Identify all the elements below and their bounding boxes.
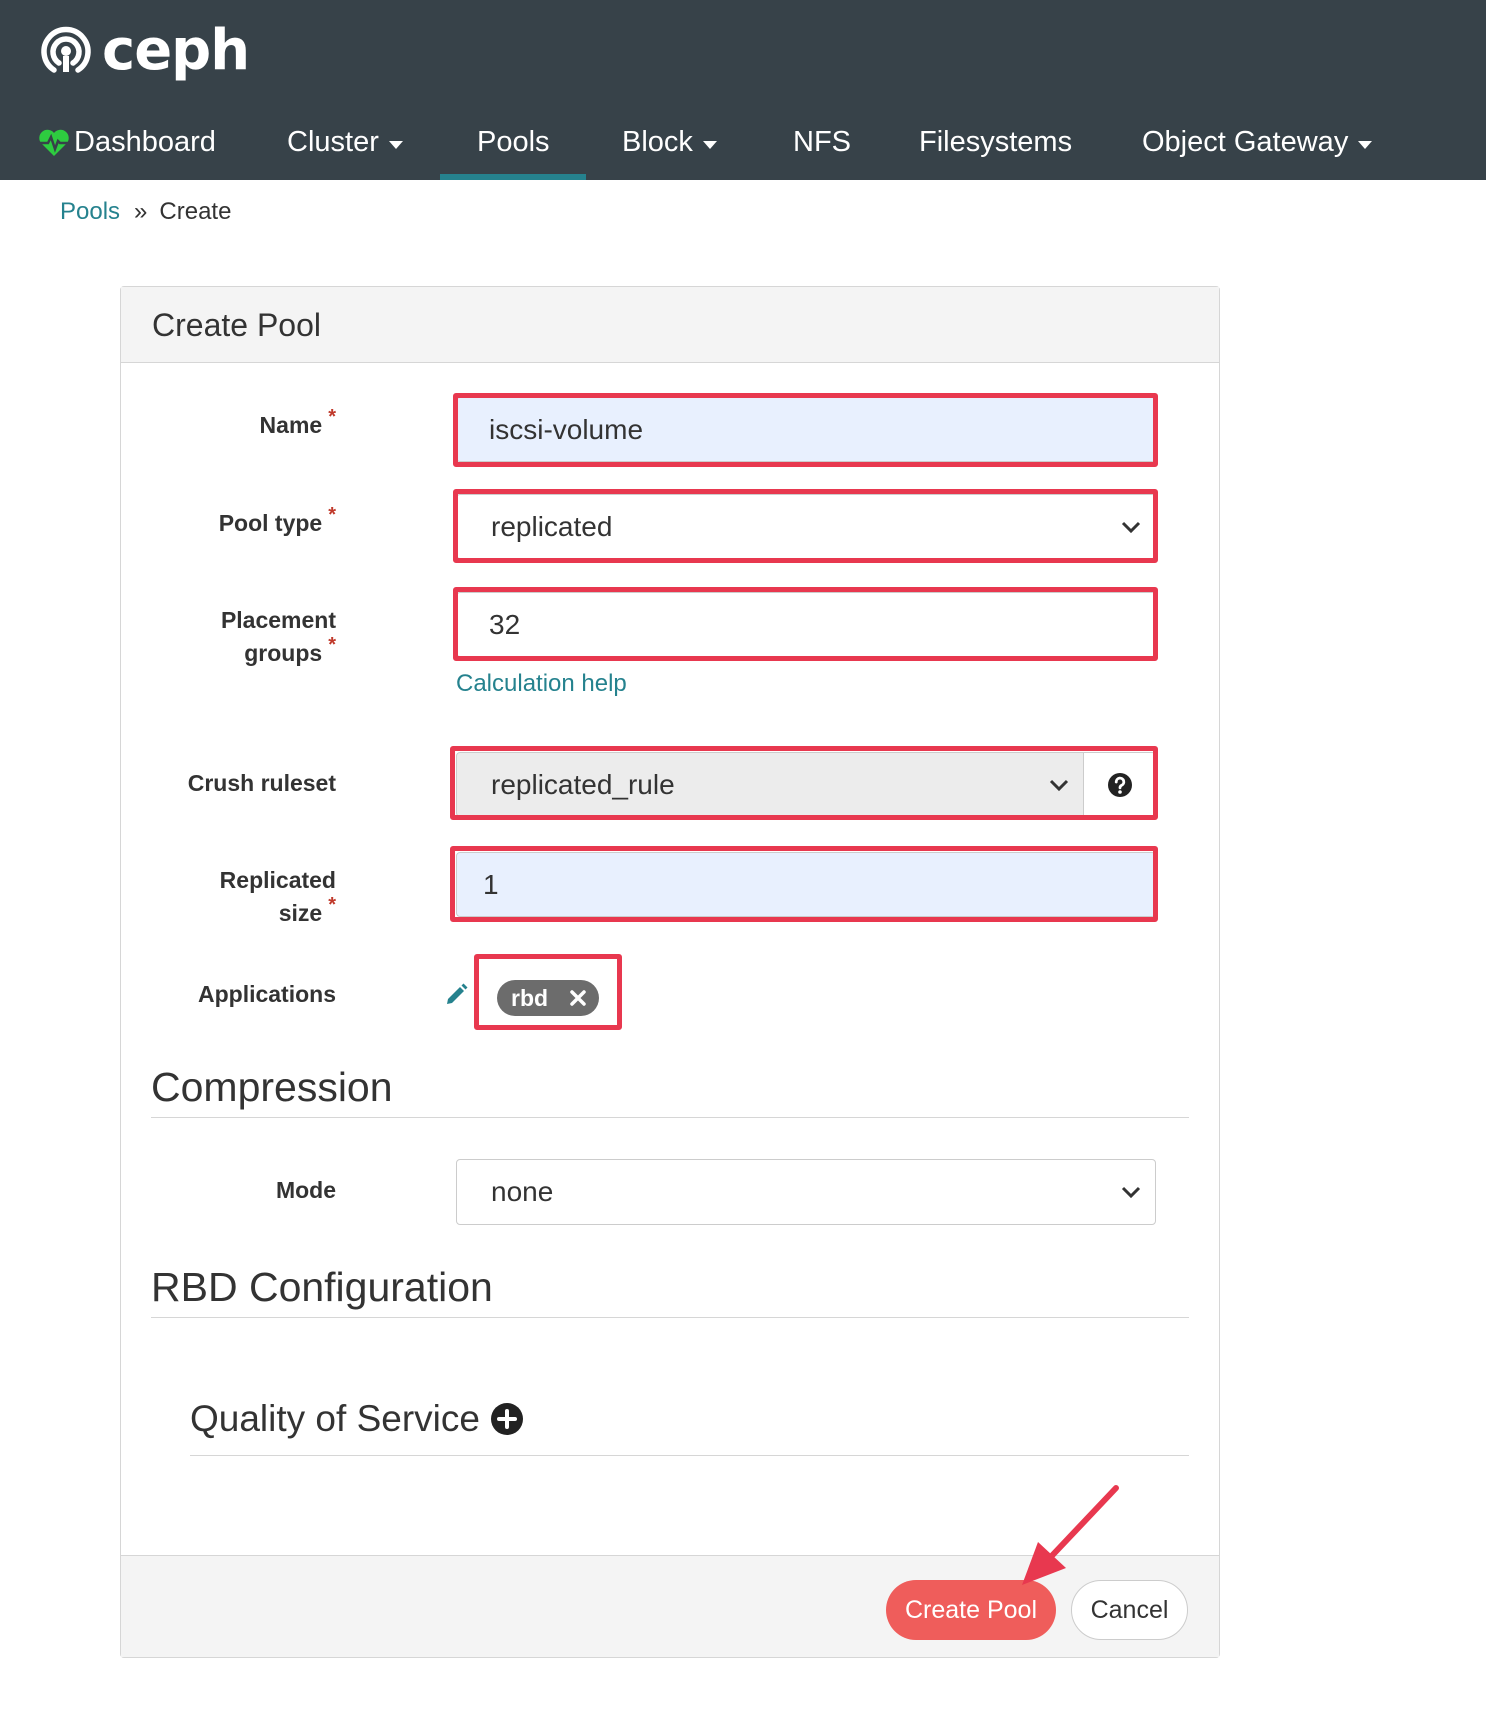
- breadcrumb-separator: »: [134, 198, 148, 225]
- pool-type-label: Pool type *: [116, 504, 336, 542]
- mode-label-text: Mode: [275, 1177, 336, 1203]
- breadcrumb: Pools » Create: [60, 198, 231, 226]
- nav-dashboard-label: Dashboard: [74, 126, 216, 158]
- nav-dashboard[interactable]: Dashboard: [38, 105, 216, 180]
- nav-nfs-label: NFS: [793, 126, 851, 158]
- card-title: Create Pool: [152, 307, 321, 343]
- nav-nfs[interactable]: NFS: [793, 105, 851, 180]
- chevron-down-icon: [1121, 1186, 1141, 1199]
- replicated-size-label: Replicated size *: [116, 864, 336, 932]
- nav-pools[interactable]: Pools: [440, 105, 585, 180]
- qos-divider: [190, 1455, 1189, 1456]
- applications-highlight: [474, 954, 622, 1030]
- pool-type-label-text: Pool type: [218, 510, 323, 536]
- nav-object-gateway[interactable]: Object Gateway: [1142, 105, 1373, 180]
- caret-down-icon: [388, 140, 403, 149]
- nav-cluster-label: Cluster: [287, 126, 379, 158]
- placement-groups-label-line1: Placement: [220, 607, 336, 633]
- name-label: Name *: [116, 406, 336, 444]
- mode-label: Mode: [116, 1174, 336, 1207]
- name-label-text: Name: [259, 412, 323, 438]
- card-header: Create Pool: [121, 287, 1219, 363]
- rbd-divider: [151, 1317, 1189, 1318]
- breadcrumb-pools-link[interactable]: Pools: [60, 198, 120, 226]
- qos-title: Quality of Service: [190, 1398, 480, 1439]
- plus-circle-icon[interactable]: [490, 1402, 524, 1436]
- replicated-size-highlight: [450, 846, 1158, 922]
- caret-down-icon: [1358, 140, 1373, 149]
- nav-cluster[interactable]: Cluster: [287, 105, 403, 180]
- caret-down-icon: [702, 140, 717, 149]
- required-mark: *: [328, 634, 336, 656]
- placement-groups-label: Placement groups *: [116, 604, 336, 672]
- replicated-size-label-line2: size: [278, 900, 323, 926]
- compression-mode-select[interactable]: none: [456, 1159, 1156, 1225]
- required-mark: *: [328, 406, 336, 428]
- nav-pools-label: Pools: [477, 126, 550, 158]
- crush-ruleset-label: Crush ruleset: [116, 767, 336, 800]
- replicated-size-label-line1: Replicated: [219, 867, 336, 893]
- brand-name: ceph: [102, 17, 250, 83]
- heartbeat-icon: [39, 129, 69, 156]
- crush-ruleset-label-text: Crush ruleset: [187, 770, 336, 796]
- compression-mode-value: none: [491, 1176, 554, 1207]
- applications-label: Applications: [116, 978, 336, 1011]
- compression-heading: Compression: [151, 1064, 393, 1110]
- compression-divider: [151, 1117, 1189, 1118]
- rbd-configuration-heading: RBD Configuration: [151, 1264, 493, 1310]
- top-navbar: ceph Dashboard Cluster Pools Block NFS F…: [0, 0, 1486, 180]
- calculation-help-link[interactable]: Calculation help: [456, 670, 627, 698]
- crush-ruleset-highlight: [450, 746, 1158, 820]
- applications-label-text: Applications: [197, 981, 336, 1007]
- pencil-icon[interactable]: [444, 981, 470, 1007]
- required-mark: *: [328, 504, 336, 526]
- nav-object-gateway-label: Object Gateway: [1142, 126, 1349, 158]
- ceph-logo-icon: [41, 26, 91, 73]
- brand-logo[interactable]: ceph: [38, 17, 250, 83]
- nav-filesystems[interactable]: Filesystems: [919, 105, 1072, 180]
- main-nav: Dashboard Cluster Pools Block NFS Filesy…: [0, 105, 1486, 180]
- placement-groups-label-line2: groups: [244, 640, 323, 666]
- required-mark: *: [328, 894, 336, 916]
- pool-type-highlight: [453, 489, 1158, 563]
- nav-block[interactable]: Block: [622, 105, 717, 180]
- breadcrumb-current: Create: [159, 198, 232, 225]
- nav-filesystems-label: Filesystems: [919, 126, 1073, 158]
- placement-groups-highlight: [453, 587, 1158, 661]
- name-highlight: [453, 393, 1158, 467]
- annotation-arrow: [1022, 1485, 1119, 1585]
- quality-of-service-heading[interactable]: Quality of Service: [190, 1398, 524, 1440]
- nav-block-label: Block: [622, 126, 693, 158]
